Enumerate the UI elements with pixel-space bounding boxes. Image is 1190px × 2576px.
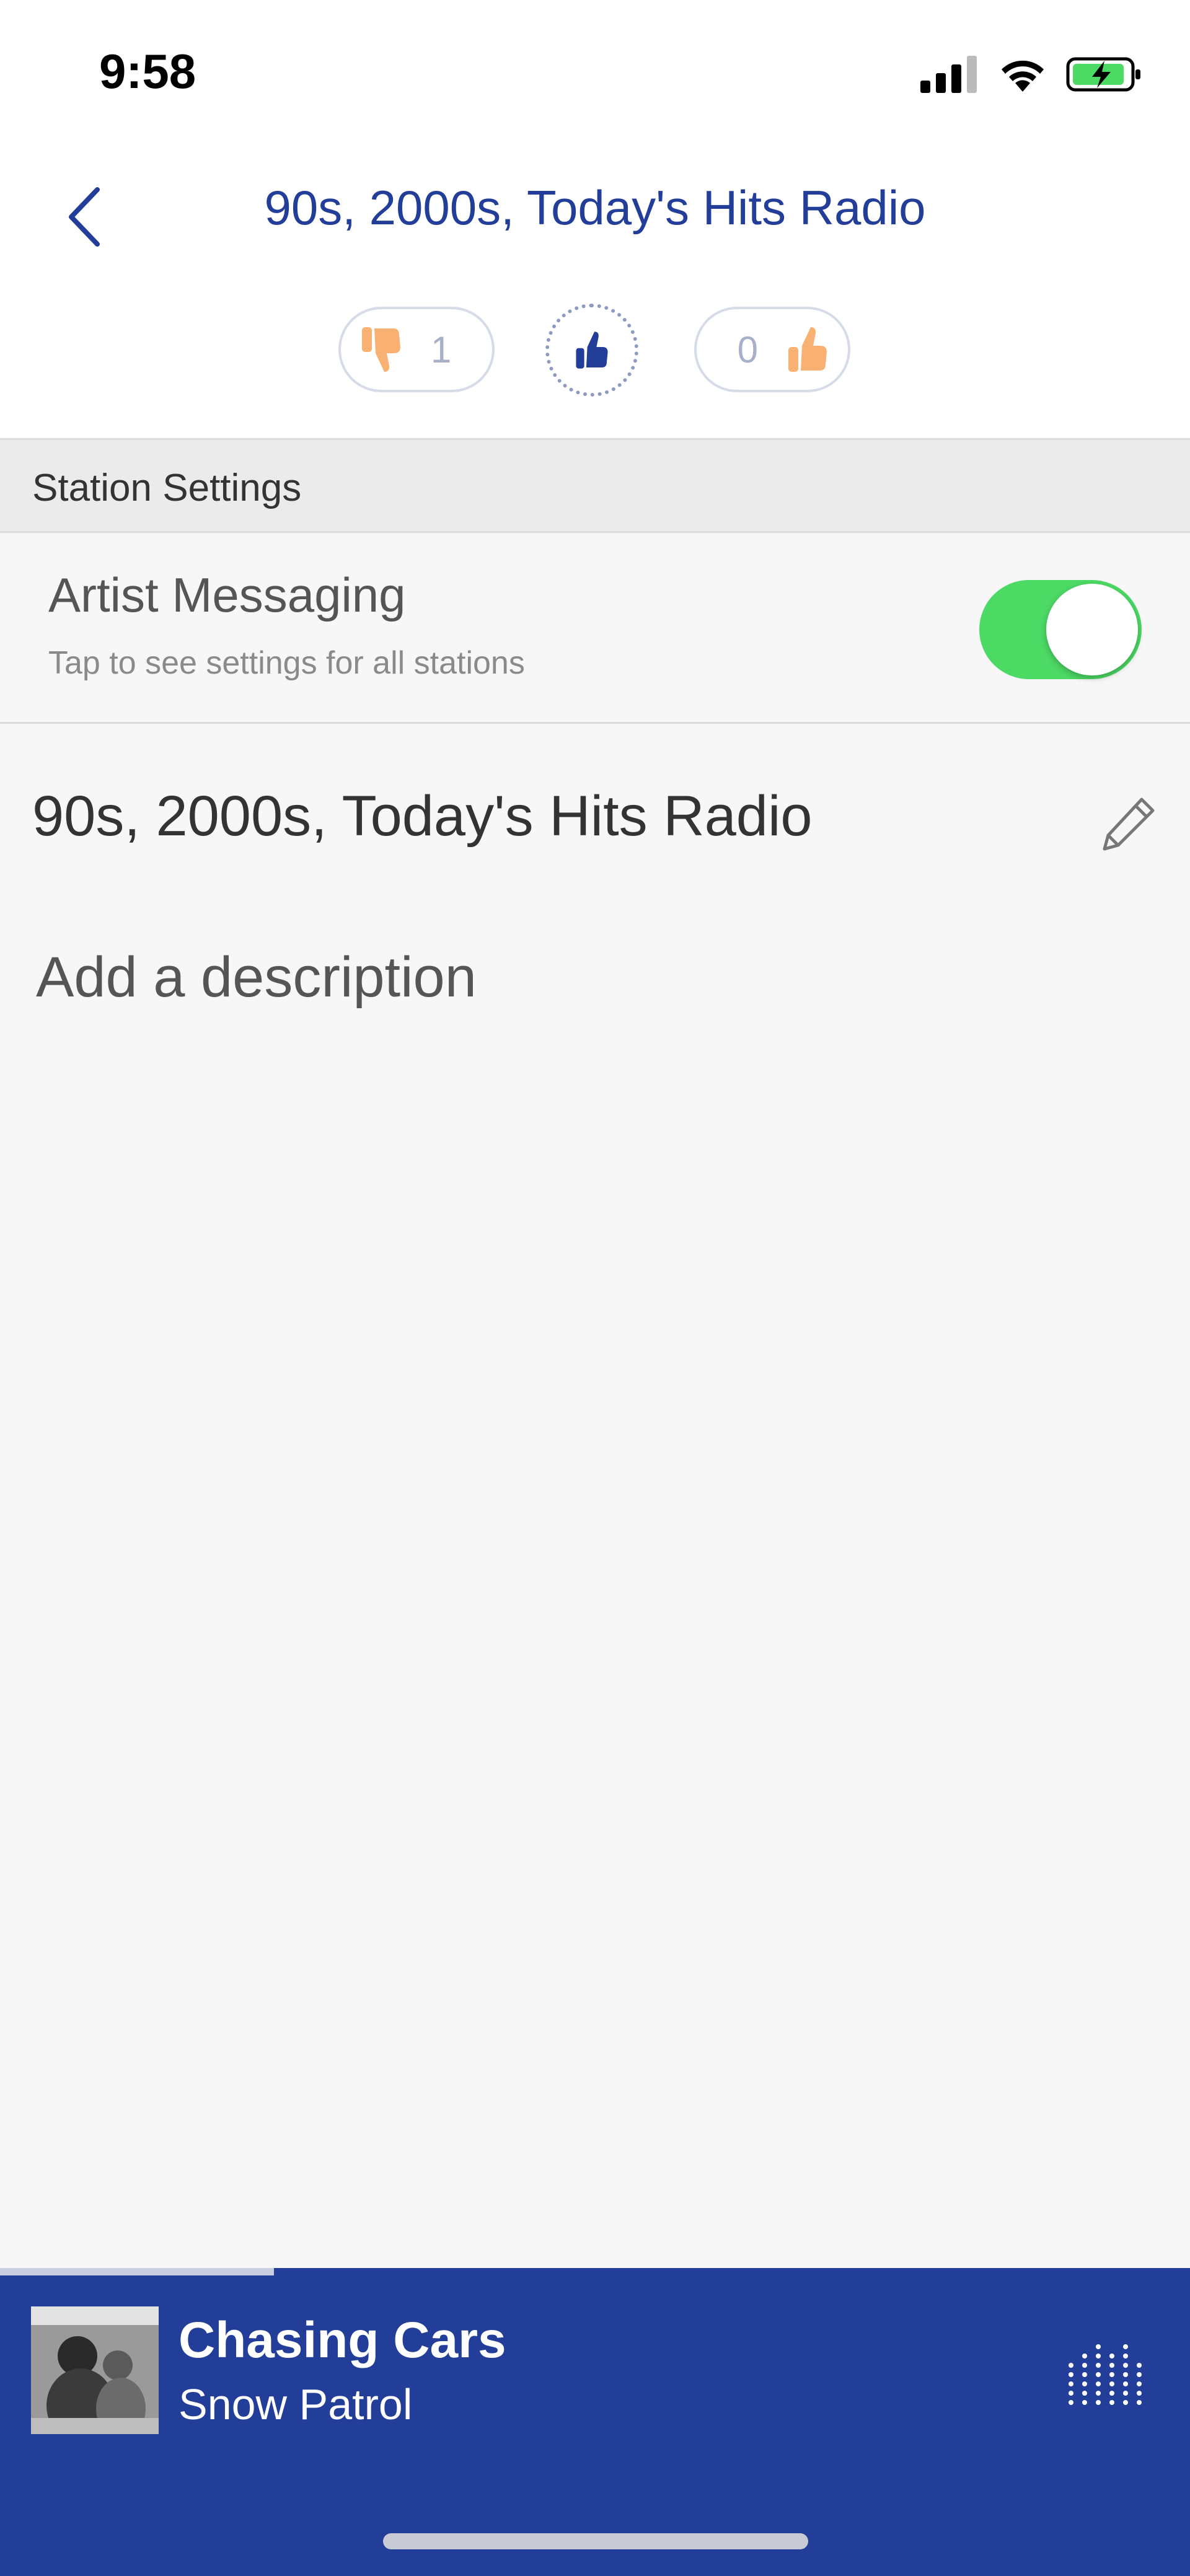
artist-messaging-subtitle: Tap to see settings for all stations [48,645,525,681]
station-header: 90s, 2000s, Today's Hits Radio 1 0 [0,143,1190,440]
thumb-toggle-button[interactable] [545,304,638,397]
thumbs-up-button[interactable]: 0 [694,307,850,392]
thumbs-down-button[interactable]: 1 [338,307,495,392]
artist-messaging-row[interactable]: Artist Messaging Tap to see settings for… [0,533,1190,724]
cellular-signal-icon [920,56,977,93]
wifi-icon [1002,60,1044,92]
track-artist: Snow Patrol [178,2380,413,2429]
section-title: Station Settings [32,467,302,509]
thumbs-down-icon [362,327,400,372]
track-title: Chasing Cars [178,2312,506,2368]
chevron-left-icon [69,187,100,247]
toggle-knob [1046,584,1138,675]
thumbs-up-icon [788,327,827,372]
thumbs-up-icon [576,332,608,369]
page-title: 90s, 2000s, Today's Hits Radio [264,180,926,235]
equalizer-icon [1069,2344,1142,2405]
status-bar: 9:58 [0,0,1190,143]
thumbs-up-count: 0 [737,328,758,371]
back-button[interactable] [56,177,112,257]
ratings-row: 1 0 [0,304,1190,400]
home-indicator[interactable] [383,2533,808,2549]
album-art [31,2306,159,2434]
station-name: 90s, 2000s, Today's Hits Radio [32,785,813,848]
thumbs-down-count: 1 [431,328,452,371]
description-input[interactable]: Add a description [36,945,477,1010]
battery-charging-icon [1066,57,1140,92]
player-visualizer-button[interactable] [1066,2341,1144,2409]
station-settings-header: Station Settings [0,440,1190,533]
mini-player[interactable]: Chasing Cars Snow Patrol [0,2275,1190,2576]
artist-messaging-toggle[interactable] [979,580,1142,679]
pencil-icon [1103,798,1155,851]
artist-messaging-label: Artist Messaging [48,568,406,622]
status-time: 9:58 [99,44,196,99]
playback-progress [0,2268,1190,2275]
status-icons [920,53,1144,96]
edit-name-button[interactable] [1091,787,1165,861]
playback-progress-fill [0,2268,274,2275]
